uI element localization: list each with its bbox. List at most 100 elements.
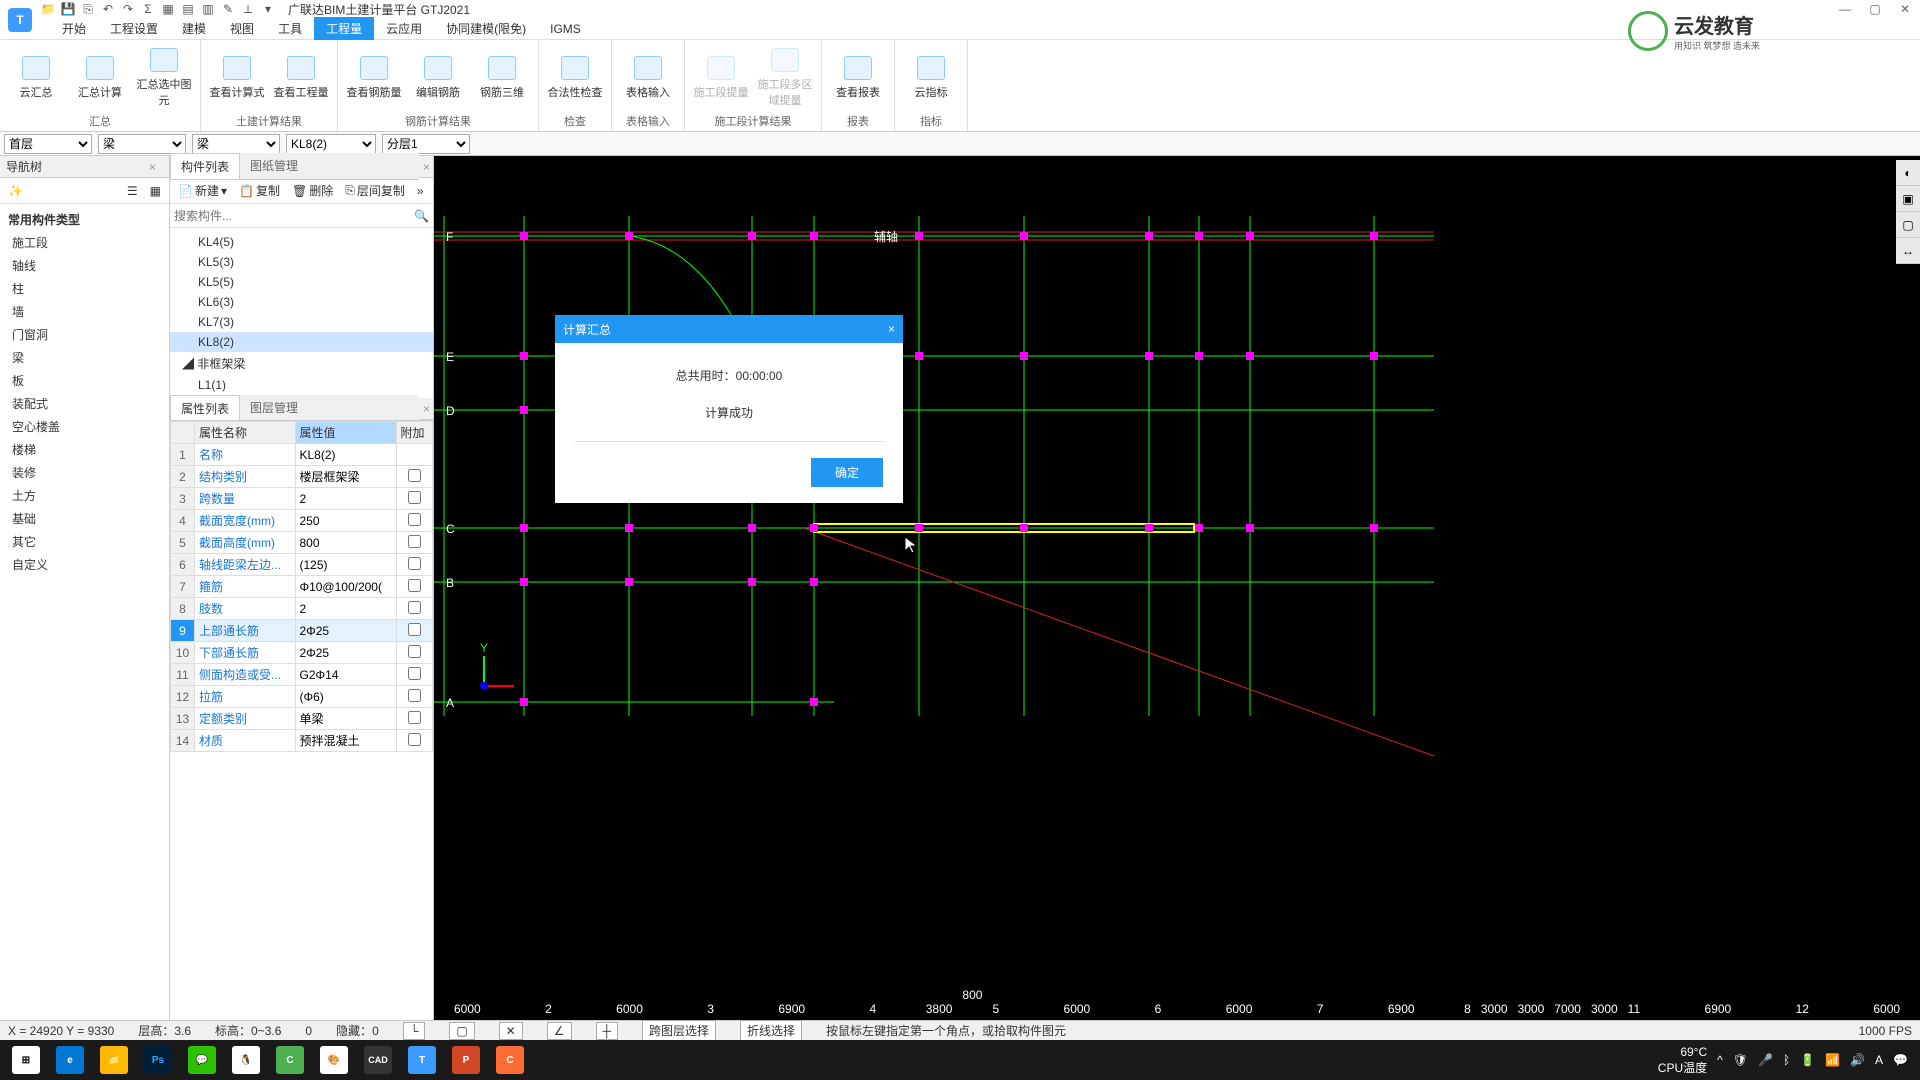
tree-item[interactable]: 自定义 [4, 553, 165, 576]
ok-button[interactable]: 确定 [811, 458, 883, 487]
prop-attach[interactable] [396, 554, 432, 576]
more-icon[interactable]: » [413, 182, 428, 200]
table-row[interactable]: 4截面宽度(mm)250 [171, 510, 433, 532]
wechat-icon[interactable]: 💬 [180, 1040, 224, 1080]
list-item-selected[interactable]: KL8(2) [170, 332, 433, 352]
attach-checkbox[interactable] [408, 535, 421, 548]
attach-checkbox[interactable] [408, 667, 421, 680]
attach-checkbox[interactable] [408, 513, 421, 526]
dialog-titlebar[interactable]: 计算汇总 × [555, 315, 903, 343]
table-row[interactable]: 5截面高度(mm)800 [171, 532, 433, 554]
tree-item[interactable]: 装配式 [4, 392, 165, 415]
attach-checkbox[interactable] [408, 711, 421, 724]
menu-tools[interactable]: 工具 [266, 17, 314, 40]
prop-attach[interactable] [396, 620, 432, 642]
view-rebar-button[interactable]: 查看钢筋量 [346, 44, 402, 111]
attach-checkbox[interactable] [408, 645, 421, 658]
ruler-icon[interactable]: ⟂ [240, 1, 256, 17]
search-input[interactable] [174, 209, 414, 223]
tray-network-icon[interactable]: 📶 [1825, 1053, 1840, 1067]
view-3d-icon[interactable]: ▣ [1896, 186, 1920, 212]
layer-select[interactable]: 分层1 [382, 134, 470, 154]
fill-icon[interactable]: ▢ [449, 1022, 474, 1040]
edge-icon[interactable]: e [48, 1040, 92, 1080]
rect-icon[interactable]: ▢ [1896, 212, 1920, 238]
undo-icon[interactable]: ↶ [100, 1, 116, 17]
category1-select[interactable]: 梁 [98, 134, 186, 154]
table-row[interactable]: 2结构类别楼层框架梁 [171, 466, 433, 488]
cloud-summary-button[interactable]: 云汇总 [8, 44, 64, 111]
clear-icon[interactable]: ✕ [499, 1022, 523, 1040]
prop-value[interactable]: 2 [295, 598, 396, 620]
menu-start[interactable]: 开始 [50, 17, 98, 40]
photoshop-icon[interactable]: Ps [136, 1040, 180, 1080]
paint-icon[interactable]: 🎨 [312, 1040, 356, 1080]
delete-button[interactable]: 🗑删除 [288, 182, 337, 200]
prop-value[interactable]: 楼层框架梁 [295, 466, 396, 488]
menu-project-settings[interactable]: 工程设置 [98, 17, 170, 40]
prop-attach[interactable] [396, 532, 432, 554]
cad-icon[interactable]: CAD [356, 1040, 400, 1080]
list-item[interactable]: KL7(3) [170, 312, 433, 332]
table-row[interactable]: 8肢数2 [171, 598, 433, 620]
report-icon[interactable]: ▥ [200, 1, 216, 17]
menu-igms[interactable]: IGMS [538, 19, 593, 39]
ortho-icon[interactable]: └ [403, 1022, 426, 1040]
drawing-canvas[interactable]: F E D C B A 辅轴 Y [434, 156, 1920, 1020]
tree-item[interactable]: 基础 [4, 507, 165, 530]
floor-select[interactable]: 首层 [4, 134, 92, 154]
category2-select[interactable]: 梁 [192, 134, 280, 154]
close-icon[interactable]: × [149, 160, 163, 174]
tree-item[interactable]: 梁 [4, 346, 165, 369]
tree-item[interactable]: 柱 [4, 277, 165, 300]
copy-button[interactable]: 📋复制 [235, 182, 284, 200]
app-c-icon[interactable]: C [268, 1040, 312, 1080]
list-item[interactable]: KL5(3) [170, 252, 433, 272]
attach-checkbox[interactable] [408, 557, 421, 570]
tree-item[interactable]: 土方 [4, 484, 165, 507]
prop-attach[interactable] [396, 576, 432, 598]
prop-attach[interactable] [396, 466, 432, 488]
qq-icon[interactable]: 🐧 [224, 1040, 268, 1080]
prop-value[interactable]: 2Φ25 [295, 620, 396, 642]
close-icon[interactable]: × [419, 402, 433, 416]
minimize-button[interactable]: — [1830, 0, 1860, 18]
tab-properties[interactable]: 属性列表 [170, 395, 240, 421]
table-row[interactable]: 10下部通长筋2Φ25 [171, 642, 433, 664]
prop-attach[interactable] [396, 598, 432, 620]
table-row[interactable]: 3跨数量2 [171, 488, 433, 510]
tray-ime-icon[interactable]: A [1875, 1053, 1883, 1067]
attach-checkbox[interactable] [408, 601, 421, 614]
tree-item[interactable]: 装修 [4, 461, 165, 484]
table-row[interactable]: 9上部通长筋2Φ25 [171, 620, 433, 642]
menu-view[interactable]: 视图 [218, 17, 266, 40]
tab-layer-mgmt[interactable]: 图层管理 [240, 395, 308, 421]
redo-icon[interactable]: ↷ [120, 1, 136, 17]
angle-icon[interactable]: ∠ [547, 1022, 572, 1040]
prop-value[interactable]: KL8(2) [295, 444, 396, 466]
menu-modeling[interactable]: 建模 [170, 17, 218, 40]
menu-collab[interactable]: 协同建模(限免) [434, 17, 538, 40]
dialog-close-icon[interactable]: × [888, 322, 895, 336]
tree-item[interactable]: 门窗洞 [4, 323, 165, 346]
attach-checkbox[interactable] [408, 689, 421, 702]
tray-mic-icon[interactable]: 🎤 [1758, 1053, 1773, 1067]
tab-drawing-mgmt[interactable]: 图纸管理 [240, 153, 308, 179]
list-item[interactable]: KL4(5) [170, 232, 433, 252]
tray-shield-icon[interactable]: 🛡 [1733, 1053, 1748, 1067]
save-icon[interactable]: 💾 [60, 1, 76, 17]
prop-value[interactable]: Φ10@100/200( [295, 576, 396, 598]
tree-item[interactable]: 板 [4, 369, 165, 392]
edit-icon[interactable]: ✎ [220, 1, 236, 17]
prop-value[interactable]: (125) [295, 554, 396, 576]
nav-sphere-icon[interactable]: ◐ [1896, 160, 1920, 186]
tray-chevron-icon[interactable]: ^ [1717, 1053, 1723, 1067]
attach-checkbox[interactable] [408, 579, 421, 592]
view-quantity-button[interactable]: 查看工程量 [273, 44, 329, 111]
menu-cloud[interactable]: 云应用 [374, 17, 434, 40]
floor-copy-button[interactable]: ⎘层间复制 [341, 182, 409, 200]
close-icon[interactable]: × [419, 160, 433, 174]
open-icon[interactable]: 📁 [40, 1, 56, 17]
cloud-index-button[interactable]: 云指标 [903, 44, 959, 111]
calc-summary-button[interactable]: 汇总计算 [72, 44, 128, 111]
